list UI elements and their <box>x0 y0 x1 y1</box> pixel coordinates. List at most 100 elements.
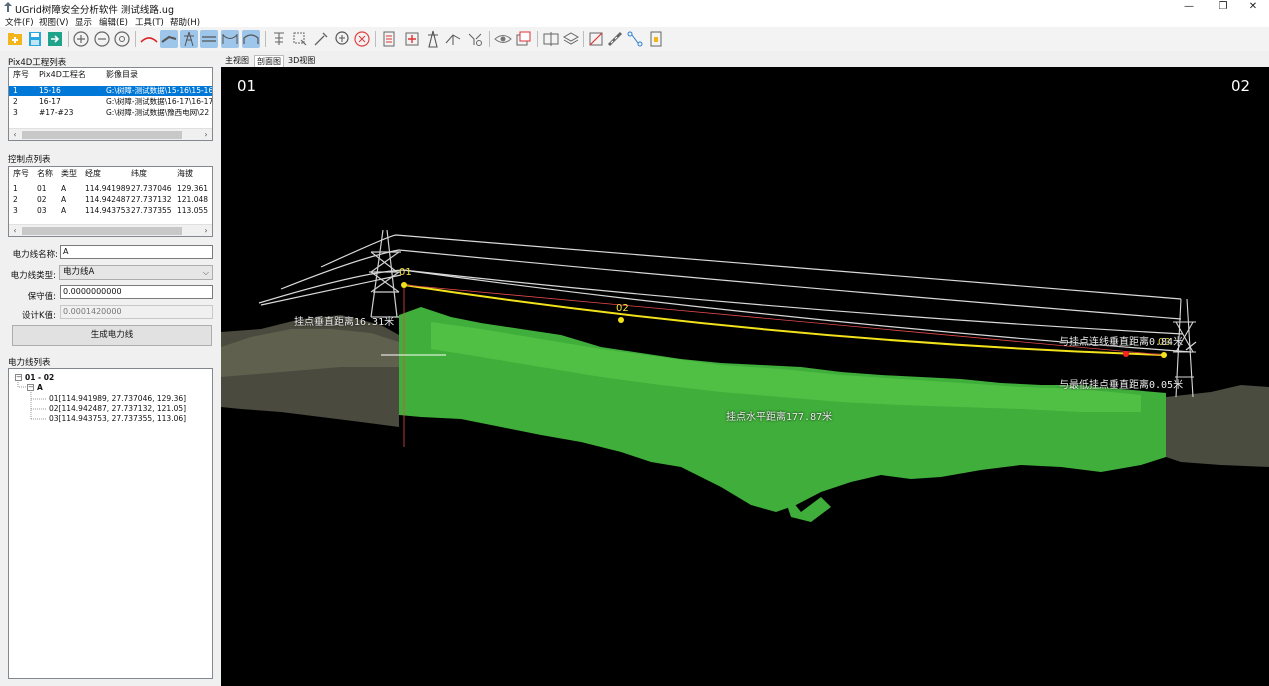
window-title: UGrid树障安全分析软件 测试线路.ug <box>15 5 174 16</box>
menu-bar: 文件(F) 视图(V) 显示 编辑(E) 工具(T) 帮助(H) <box>0 15 1269 28</box>
classify-icon[interactable] <box>270 30 288 48</box>
scroll-left-icon[interactable]: ‹ <box>9 225 21 236</box>
scroll-left-icon[interactable]: ‹ <box>9 129 21 140</box>
split-icon[interactable] <box>542 30 560 48</box>
table-cell: 3 <box>13 206 18 215</box>
document-icon[interactable] <box>647 30 665 48</box>
line-type-select[interactable]: 电力线A ⌵ <box>59 265 213 280</box>
cross-arm-icon[interactable] <box>221 30 239 48</box>
powerline-tree[interactable]: − 01 - 02 − A 01[114.941989, 27.737046, … <box>8 368 213 679</box>
tree-leaf[interactable]: 01[114.941989, 27.737046, 129.36] <box>49 394 186 403</box>
table-cell: 129.361 <box>177 184 209 193</box>
arch-icon[interactable] <box>242 30 260 48</box>
vertical-distance-annotation: 挂点垂直距离16.31米 <box>294 317 395 328</box>
design-k-label: 设计K值: <box>22 311 56 321</box>
column-header[interactable]: 类型 <box>61 167 77 181</box>
restore-button[interactable]: ❐ <box>1206 0 1240 15</box>
tower-icon[interactable] <box>424 30 442 48</box>
powerline-group-label: 电力线列表 <box>8 358 51 368</box>
section-view-icon[interactable] <box>160 30 178 48</box>
save-icon[interactable] <box>26 30 44 48</box>
tree-icon[interactable] <box>333 30 351 48</box>
section-viewport[interactable]: 01 02 01 02 03 挂点垂直距离16.31米 与挂点连线垂直距离0.8… <box>221 67 1269 686</box>
pix4d-hscrollbar[interactable]: ‹ › <box>9 128 212 140</box>
window-icon[interactable] <box>514 30 532 48</box>
pix4d-list-header: 序号 Pix4D工程名 影像目录 <box>9 68 212 82</box>
table-cell: 1 <box>13 184 18 193</box>
report-icon[interactable] <box>380 30 398 48</box>
generate-powerline-button[interactable]: 生成电力线 <box>12 325 212 346</box>
control-points-list[interactable]: 序号 名称 类型 经度 纬度 海拔 1 01 A 114.941989 27.7… <box>8 166 213 237</box>
table-cell: 114.943753 <box>85 206 131 215</box>
tree-connector-lines <box>17 382 47 420</box>
table-cell: A <box>61 195 67 204</box>
point-label-02: 02 <box>616 303 629 314</box>
tab-section-view[interactable]: 剖面图 <box>254 55 284 67</box>
tower-view-icon[interactable] <box>180 30 198 48</box>
table-cell: G:\树障-测试数据\16-17\16-17 <box>106 97 212 106</box>
table-row[interactable]: 2 16-17 G:\树障-测试数据\16-17\16-17 <box>9 97 212 107</box>
export-icon[interactable] <box>46 30 64 48</box>
left-tower-label: 01 <box>237 77 257 95</box>
column-header[interactable]: 名称 <box>37 167 53 181</box>
scroll-thumb[interactable] <box>22 131 182 139</box>
table-row[interactable]: 3 03 A 114.943753 27.737355 113.055 <box>9 206 212 216</box>
table-cell: 15-16 <box>39 86 61 95</box>
table-cell: 16-17 <box>39 97 61 106</box>
lowest-vertical-annotation: 与最低挂点垂直距离0.05米 <box>1059 380 1184 391</box>
ruler-icon[interactable] <box>587 30 605 48</box>
new-project-icon[interactable] <box>6 30 24 48</box>
control-points-hscrollbar[interactable]: ‹ › <box>9 224 212 236</box>
tab-3d-view[interactable]: 3D视图 <box>286 55 317 67</box>
measure-icon[interactable] <box>312 30 330 48</box>
column-header[interactable]: 序号 <box>13 68 29 82</box>
title-bar: UGrid树障安全分析软件 测试线路.ug — ❐ ✕ <box>0 0 1269 16</box>
table-cell: G:\树障-测试数据\15-16\15-16 <box>106 86 212 95</box>
powerline-icon[interactable] <box>140 30 158 48</box>
table-cell: 3 <box>13 108 18 117</box>
delete-icon[interactable] <box>353 30 371 48</box>
table-row[interactable]: 1 01 A 114.941989 27.737046 129.361 <box>9 184 212 194</box>
filter-icon[interactable] <box>466 30 484 48</box>
ground-cloud-right <box>1166 385 1269 467</box>
table-cell: 27.737355 <box>131 206 172 215</box>
tab-main-view[interactable]: 主视图 <box>223 55 251 67</box>
scroll-thumb[interactable] <box>22 227 182 235</box>
table-row[interactable]: 3 #17-#23 G:\树障-测试数据\豫西电网\22 <box>9 108 212 118</box>
line-name-input[interactable]: A <box>60 245 213 259</box>
table-cell: A <box>61 184 67 193</box>
column-header[interactable]: Pix4D工程名 <box>39 68 86 82</box>
column-header[interactable]: 序号 <box>13 167 29 181</box>
distance-icon[interactable] <box>606 30 624 48</box>
scroll-right-icon[interactable]: › <box>200 225 212 236</box>
table-row[interactable]: 2 02 A 114.942487 27.737132 121.048 <box>9 195 212 205</box>
close-button[interactable]: ✕ <box>1236 0 1269 15</box>
point-label-01: 01 <box>399 267 412 278</box>
column-header[interactable]: 纬度 <box>131 167 147 181</box>
column-header[interactable]: 海拔 <box>177 167 193 181</box>
zoom-in-icon[interactable] <box>72 30 90 48</box>
pix4d-project-list[interactable]: 序号 Pix4D工程名 影像目录 1 15-16 G:\树障-测试数据\15-1… <box>8 67 213 141</box>
zoom-extent-icon[interactable] <box>113 30 131 48</box>
path-icon[interactable] <box>626 30 644 48</box>
design-k-input[interactable]: 0.0001420000 <box>60 305 213 319</box>
add-point-icon[interactable] <box>403 30 421 48</box>
select-icon[interactable] <box>291 30 309 48</box>
span-icon[interactable] <box>200 30 218 48</box>
column-header[interactable]: 影像目录 <box>106 68 138 82</box>
minimize-button[interactable]: — <box>1172 0 1206 15</box>
table-cell: 114.941989 <box>85 184 131 193</box>
layers-icon[interactable] <box>562 30 580 48</box>
horizontal-distance-annotation: 挂点水平距离177.87米 <box>726 412 833 423</box>
wire-icon[interactable] <box>444 30 462 48</box>
eye-icon[interactable] <box>494 30 512 48</box>
table-row[interactable]: 1 15-16 G:\树障-测试数据\15-16\15-16 <box>9 86 212 96</box>
tree-leaf[interactable]: 03[114.943753, 27.737355, 113.06] <box>49 414 186 423</box>
zoom-out-icon[interactable] <box>93 30 111 48</box>
line-name-label: 电力线名称: <box>12 250 58 260</box>
column-header[interactable]: 经度 <box>85 167 101 181</box>
table-cell: 27.737132 <box>131 195 172 204</box>
tree-leaf[interactable]: 02[114.942487, 27.737132, 121.05] <box>49 404 186 413</box>
keep-value-input[interactable]: 0.0000000000 <box>60 285 213 299</box>
scroll-right-icon[interactable]: › <box>200 129 212 140</box>
